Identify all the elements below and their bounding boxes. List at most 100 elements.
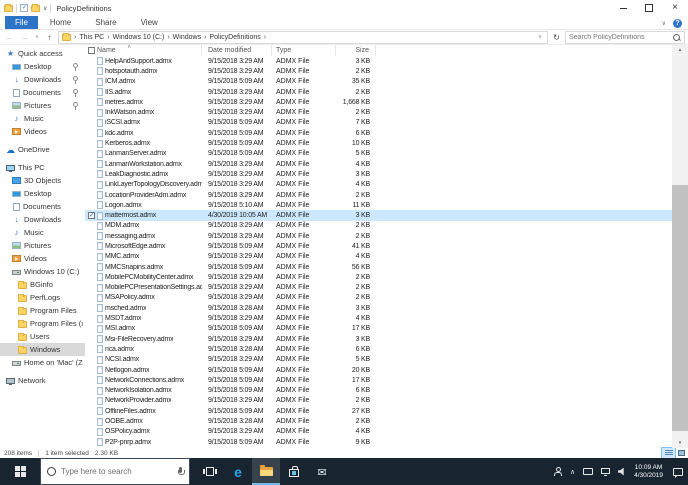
sidebar-item[interactable]: Videos — [0, 252, 85, 265]
file-row[interactable]: NetworkConnections.admx 9/15/2018 5:09 A… — [85, 375, 672, 385]
file-row[interactable]: OOBE.admx 9/15/2018 3:28 AM ADMX File 2 … — [85, 416, 672, 426]
file-row[interactable]: MobilePCMobilityCenter.admx 9/15/2018 3:… — [85, 272, 672, 282]
mail-button[interactable] — [308, 458, 336, 485]
sidebar-item[interactable]: Documents — [0, 86, 85, 99]
file-row[interactable]: OfflineFiles.admx 9/15/2018 5:09 AM ADMX… — [85, 406, 672, 416]
recent-locations-icon[interactable]: ∨ — [33, 31, 41, 44]
file-row[interactable]: inetres.admx 9/15/2018 3:29 AM ADMX File… — [85, 97, 672, 107]
help-icon[interactable]: ? — [673, 18, 682, 28]
scroll-up-icon[interactable]: ▴ — [672, 45, 688, 55]
search-box[interactable] — [565, 30, 685, 44]
file-row[interactable]: NetworkProvider.admx 9/15/2018 3:29 AM A… — [85, 396, 672, 406]
sidebar-item[interactable]: BGinfo — [0, 278, 85, 291]
people-icon[interactable] — [553, 467, 562, 476]
sidebar-item[interactable]: Music — [0, 112, 85, 125]
file-row[interactable]: MMCSnapins.admx 9/15/2018 5:09 AM ADMX F… — [85, 262, 672, 272]
file-row[interactable]: ICM.admx 9/15/2018 5:09 AM ADMX File 35 … — [85, 77, 672, 87]
properties-button[interactable] — [20, 4, 28, 12]
file-row[interactable]: Logon.admx 9/15/2018 5:10 AM ADMX File 1… — [85, 200, 672, 210]
start-button[interactable] — [0, 458, 40, 485]
file-row[interactable]: LanmanWorkstation.admx 9/15/2018 3:29 AM… — [85, 159, 672, 169]
forward-button[interactable]: → — [18, 31, 31, 44]
store-button[interactable] — [280, 458, 308, 485]
sidebar-item[interactable]: Windows 10 (C:) — [0, 265, 85, 278]
column-header-date-modified[interactable]: Date modified — [202, 45, 272, 56]
back-button[interactable]: ← — [3, 31, 16, 44]
scroll-down-icon[interactable]: ▾ — [672, 438, 688, 448]
sidebar-item[interactable]: Quick access — [0, 47, 85, 60]
file-row[interactable]: HelpAndSupport.admx 9/15/2018 3:29 AM AD… — [85, 56, 672, 66]
sidebar-item[interactable]: Home on 'Mac' (Z:) — [0, 356, 85, 369]
breadcrumb-item[interactable]: › This PC — [71, 34, 104, 41]
file-row[interactable]: NCSI.admx 9/15/2018 3:29 AM ADMX File 5 … — [85, 355, 672, 365]
file-row[interactable]: msched.admx 9/15/2018 3:28 AM ADMX File … — [85, 303, 672, 313]
file-row[interactable]: iSCSI.admx 9/15/2018 5:09 AM ADMX File 7… — [85, 118, 672, 128]
maximize-button[interactable] — [636, 0, 662, 16]
file-row[interactable]: LeakDiagnostic.admx 9/15/2018 3:29 AM AD… — [85, 169, 672, 179]
address-dropdown-icon[interactable]: ∨ — [538, 34, 544, 40]
ribbon-tab[interactable]: View — [129, 16, 170, 29]
sidebar-item[interactable]: 3D Objects — [0, 174, 85, 187]
file-row[interactable]: Msi-FileRecovery.admx 9/15/2018 3:29 AM … — [85, 334, 672, 344]
breadcrumb-item[interactable]: › Windows — [164, 34, 201, 41]
microphone-icon[interactable] — [178, 466, 185, 477]
sidebar-item[interactable]: Documents — [0, 200, 85, 213]
sidebar-item[interactable]: This PC — [0, 161, 85, 174]
minimize-button[interactable] — [610, 0, 636, 16]
vertical-scrollbar[interactable]: ▴ ▾ — [672, 45, 688, 448]
file-row[interactable]: MMC.admx 9/15/2018 3:29 AM ADMX File 4 K… — [85, 252, 672, 262]
file-row[interactable]: hotspotauth.admx 9/15/2018 3:29 AM ADMX … — [85, 66, 672, 76]
file-row[interactable]: MicrosoftEdge.admx 9/15/2018 5:09 AM ADM… — [85, 241, 672, 251]
file-row[interactable]: messaging.admx 9/15/2018 3:29 AM ADMX Fi… — [85, 231, 672, 241]
column-header-type[interactable]: Type — [272, 45, 336, 56]
sidebar-item[interactable]: Music — [0, 226, 85, 239]
refresh-button[interactable]: ↻ — [550, 31, 563, 44]
sidebar-item[interactable]: Pictures — [0, 99, 85, 112]
network-icon[interactable] — [601, 467, 611, 476]
sidebar-item[interactable]: Program Files — [0, 304, 85, 317]
up-button[interactable]: ↑ — [43, 31, 56, 44]
select-all-checkbox[interactable] — [88, 47, 95, 54]
file-row[interactable]: NetworkIsolation.admx 9/15/2018 5:09 AM … — [85, 386, 672, 396]
close-button[interactable] — [662, 0, 688, 16]
hidden-icons-chevron[interactable]: ∧ — [570, 468, 575, 476]
ribbon-tab[interactable]: File — [5, 16, 38, 29]
taskbar-clock[interactable]: 10:09 AM 4/30/2019 — [634, 464, 663, 480]
file-row[interactable]: P2P-pnrp.admx 9/15/2018 5:09 AM ADMX Fil… — [85, 437, 672, 447]
file-row[interactable]: MSAPolicy.admx 9/15/2018 3:29 AM ADMX Fi… — [85, 293, 672, 303]
edge-button[interactable]: e — [224, 458, 252, 485]
action-center-icon[interactable] — [673, 467, 683, 478]
sidebar-item[interactable]: Windows — [0, 343, 85, 356]
new-folder-button[interactable] — [31, 3, 40, 12]
sidebar-item[interactable]: Desktop — [0, 187, 85, 200]
file-row[interactable]: MSDT.admx 9/15/2018 3:29 AM ADMX File 4 … — [85, 313, 672, 323]
file-row[interactable]: kdc.admx 9/15/2018 5:09 AM ADMX File 6 K… — [85, 128, 672, 138]
breadcrumb-item[interactable]: › PolicyDefinitions — [201, 34, 261, 41]
file-row[interactable]: nca.admx 9/15/2018 3:28 AM ADMX File 6 K… — [85, 344, 672, 354]
file-row[interactable]: MDM.admx 9/15/2018 3:29 AM ADMX File 2 K… — [85, 221, 672, 231]
sidebar-item[interactable]: Desktop — [0, 60, 85, 73]
file-row[interactable]: Netlogon.admx 9/15/2018 5:09 AM ADMX Fil… — [85, 365, 672, 375]
file-row[interactable]: InkWatson.admx 9/15/2018 3:29 AM ADMX Fi… — [85, 107, 672, 117]
file-row[interactable]: LanmanServer.admx 9/15/2018 5:09 AM ADMX… — [85, 149, 672, 159]
touch-keyboard-icon[interactable] — [583, 468, 594, 475]
breadcrumb-item[interactable]: › Windows 10 (C:) — [104, 34, 164, 41]
sidebar-item[interactable]: PerfLogs — [0, 291, 85, 304]
file-row[interactable]: IIS.admx 9/15/2018 3:29 AM ADMX File 2 K… — [85, 87, 672, 97]
sidebar-item[interactable]: Users — [0, 330, 85, 343]
ribbon-tab[interactable]: Share — [83, 16, 128, 29]
volume-icon[interactable] — [618, 467, 624, 476]
sidebar-item[interactable]: Downloads — [0, 73, 85, 86]
file-row[interactable]: MobilePCPresentationSettings.admx 9/15/2… — [85, 283, 672, 293]
file-explorer-button[interactable] — [252, 458, 280, 485]
sidebar-item[interactable]: Program Files (x86) — [0, 317, 85, 330]
column-header-name[interactable]: Name — [85, 45, 202, 56]
search-input[interactable] — [569, 33, 672, 41]
file-row[interactable]: Kerberos.admx 9/15/2018 5:09 AM ADMX Fil… — [85, 138, 672, 148]
sidebar-item[interactable]: Network — [0, 374, 85, 387]
file-row[interactable]: mattermost.admx 4/30/2019 10:05 AM ADMX … — [85, 210, 672, 221]
details-view-button[interactable] — [661, 447, 676, 459]
file-row[interactable]: MSI.admx 9/15/2018 5:09 AM ADMX File 17 … — [85, 324, 672, 334]
file-row[interactable]: LocationProviderAdm.admx 9/15/2018 3:29 … — [85, 190, 672, 200]
customize-qat-button[interactable]: ∨ — [43, 5, 47, 12]
